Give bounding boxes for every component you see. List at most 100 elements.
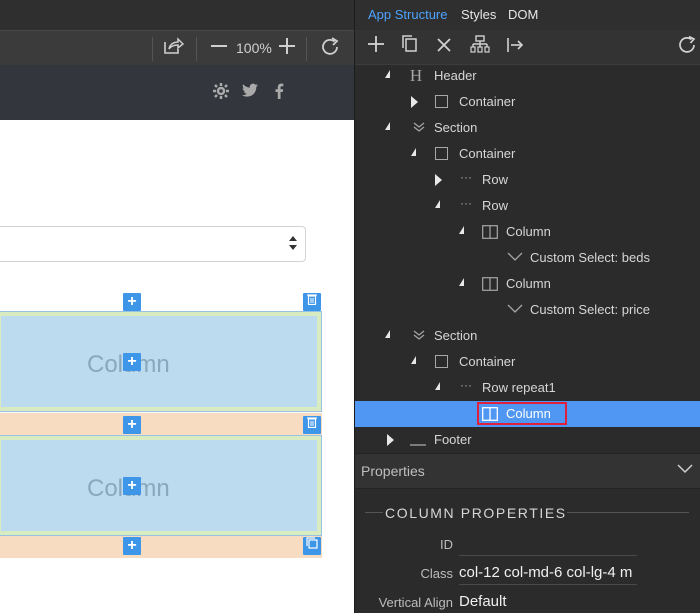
left-top-bar xyxy=(0,0,354,30)
facebook-icon xyxy=(270,83,288,103)
select-arrows-icon xyxy=(289,236,297,252)
tree-item-custom-select[interactable]: Custom Select: price xyxy=(355,297,700,323)
expand-icon[interactable] xyxy=(387,434,394,446)
tree-item-label: Section xyxy=(434,328,478,343)
section-rule xyxy=(567,512,689,513)
move-out-icon[interactable] xyxy=(503,35,527,59)
canvas-toolbar: 100% xyxy=(0,30,354,66)
collapse-icon[interactable] xyxy=(411,148,416,156)
tree-item-row-repeat[interactable]: ··· Row repeat1 xyxy=(355,375,700,401)
delete-x-icon[interactable] xyxy=(432,35,456,59)
collapse-icon[interactable] xyxy=(459,278,464,286)
section-icon xyxy=(412,121,426,135)
tree-item-section[interactable]: Section xyxy=(355,115,700,141)
container-icon xyxy=(435,355,448,368)
add-element-button[interactable]: + xyxy=(123,293,141,311)
collapse-icon[interactable] xyxy=(385,122,390,130)
toolbar-divider xyxy=(196,37,197,61)
chevron-down-icon[interactable] xyxy=(677,461,693,479)
tree-item-row[interactable]: ··· Row xyxy=(355,193,700,219)
collapse-icon[interactable] xyxy=(435,200,440,208)
tree-item-label: Footer xyxy=(434,432,472,447)
properties-title: Properties xyxy=(361,463,425,479)
copy-icon[interactable] xyxy=(398,35,422,59)
site-header-preview xyxy=(0,65,354,120)
tree-item-section[interactable]: Section xyxy=(355,323,700,349)
expand-icon[interactable] xyxy=(411,96,418,108)
column-icon xyxy=(482,277,498,291)
delete-icon[interactable] xyxy=(303,416,321,434)
add-element-button[interactable]: + xyxy=(123,477,141,495)
expand-icon[interactable] xyxy=(435,174,442,186)
tree-item-column[interactable]: Column xyxy=(355,271,700,297)
collapse-icon[interactable] xyxy=(435,382,440,390)
zoom-in-icon[interactable] xyxy=(274,36,300,60)
tree-item-label: Container xyxy=(459,94,516,109)
zoom-out-icon[interactable] xyxy=(206,36,232,60)
tree-item-header[interactable]: H Header xyxy=(355,63,700,89)
page-canvas-pane: 100% + Column + + xyxy=(0,0,354,613)
add-icon[interactable] xyxy=(364,35,388,59)
select-icon xyxy=(507,251,523,265)
gear-icon xyxy=(212,83,230,103)
vertical-align-select[interactable]: Default xyxy=(459,593,637,610)
tree-item-footer[interactable]: Footer xyxy=(355,427,700,453)
id-label: ID xyxy=(440,537,453,552)
row-icon: ··· xyxy=(460,170,472,184)
tree-item-row[interactable]: ··· Row xyxy=(355,167,700,193)
select-icon xyxy=(507,303,523,317)
column-icon xyxy=(482,225,498,239)
tree-item-label: Row xyxy=(482,198,509,213)
panel-tabs: App Structure Styles DOM xyxy=(355,0,700,30)
class-field[interactable]: col-12 col-md-6 col-lg-4 m xyxy=(459,564,637,581)
tree-item-container[interactable]: Container xyxy=(355,349,700,375)
class-label: Class xyxy=(420,566,453,581)
h-icon: H xyxy=(409,66,423,85)
column-block[interactable]: Column xyxy=(0,435,322,536)
tree-item-column[interactable]: Column xyxy=(355,219,700,245)
row-icon: ··· xyxy=(460,378,472,392)
tab-dom[interactable]: DOM xyxy=(508,7,538,22)
tree-item-label: Row repeat1 xyxy=(482,380,556,395)
tree-item-label: Column xyxy=(506,406,551,421)
field-underline xyxy=(459,555,637,556)
toolbar-divider xyxy=(306,37,307,61)
duplicate-icon[interactable] xyxy=(303,537,321,555)
tree-item-custom-select[interactable]: Custom Select: beds xyxy=(355,245,700,271)
tab-app-structure[interactable]: App Structure xyxy=(368,7,448,22)
refresh-icon[interactable] xyxy=(675,35,699,59)
tree-item-container[interactable]: Container xyxy=(355,141,700,167)
add-element-button[interactable]: + xyxy=(123,416,141,434)
container-icon xyxy=(435,95,448,108)
collapse-icon[interactable] xyxy=(411,356,416,364)
tree-item-label: Header xyxy=(434,68,477,83)
tree-item-label: Custom Select: price xyxy=(530,302,650,317)
column-block[interactable]: Column xyxy=(0,311,322,412)
column-padding-band xyxy=(0,536,322,558)
footer-icon xyxy=(409,433,426,447)
hierarchy-icon[interactable] xyxy=(468,35,492,59)
tree-item-label: Section xyxy=(434,120,478,135)
collapse-icon[interactable] xyxy=(459,226,464,234)
container-icon xyxy=(435,147,448,160)
tree-item-container[interactable]: Container xyxy=(355,89,700,115)
tree-item-label: Container xyxy=(459,146,516,161)
section-rule xyxy=(365,512,383,513)
collapse-icon[interactable] xyxy=(385,70,390,78)
properties-header[interactable]: Properties xyxy=(355,453,700,489)
tab-styles[interactable]: Styles xyxy=(461,7,496,22)
tree-item-label: Column xyxy=(506,224,551,239)
add-element-button[interactable]: + xyxy=(123,353,141,371)
share-icon[interactable] xyxy=(160,36,186,60)
row-icon: ··· xyxy=(460,196,472,210)
section-icon xyxy=(412,329,426,343)
tree-item-column-selected[interactable]: Column xyxy=(355,401,700,427)
custom-select-preview[interactable] xyxy=(0,226,306,262)
tree-item-label: Container xyxy=(459,354,516,369)
refresh-icon[interactable] xyxy=(317,36,343,60)
add-element-button[interactable]: + xyxy=(123,537,141,555)
tree-item-label: Row xyxy=(482,172,509,187)
zoom-level: 100% xyxy=(236,40,272,56)
collapse-icon[interactable] xyxy=(385,330,390,338)
delete-icon[interactable] xyxy=(303,293,321,311)
